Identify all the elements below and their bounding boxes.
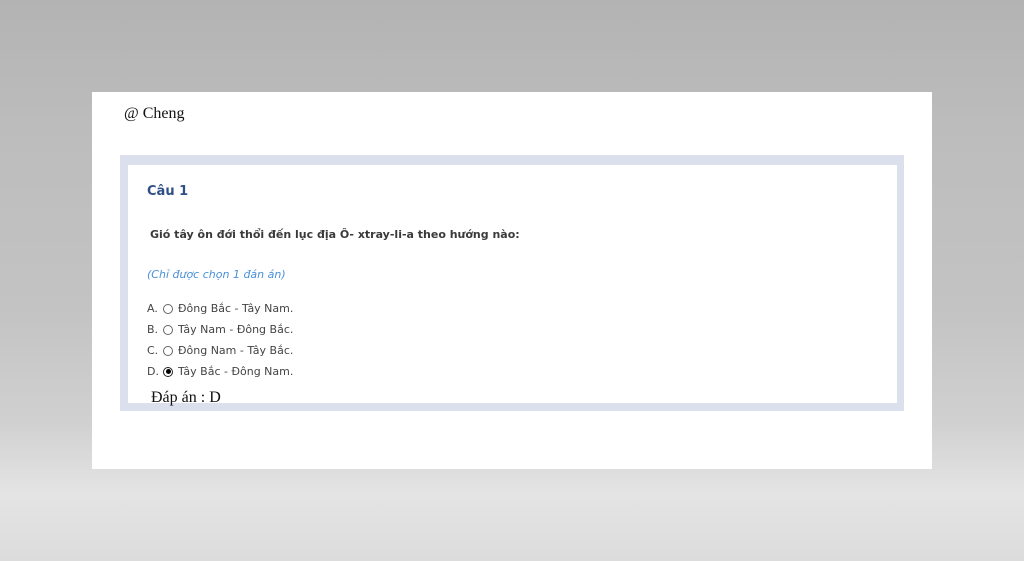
- option-label: Đông Bắc - Tây Nam.: [178, 302, 294, 315]
- option-label: Tây Bắc - Đông Nam.: [178, 365, 294, 378]
- option-letter: A.: [147, 302, 158, 315]
- question-hint: (Chỉ được chọn 1 đán án): [147, 268, 286, 281]
- option-label: Đông Nam - Tây Bắc.: [178, 344, 294, 357]
- author-credit: @ Cheng: [124, 105, 185, 122]
- option-a[interactable]: A. Đông Bắc - Tây Nam.: [147, 298, 293, 319]
- option-d[interactable]: D. Tây Bắc - Đông Nam.: [147, 361, 293, 382]
- radio-button[interactable]: [163, 345, 173, 356]
- option-label: Tây Nam - Đông Bắc.: [178, 323, 294, 336]
- option-letter: B.: [147, 323, 159, 336]
- question-card-frame: Câu 1 Gió tây ôn đới thổi đến lục địa Ô-…: [120, 155, 904, 411]
- document-page: @ Cheng Câu 1 Gió tây ôn đới thổi đến lụ…: [92, 92, 932, 469]
- option-b[interactable]: B. Tây Nam - Đông Bắc.: [147, 319, 293, 340]
- radio-button-selected[interactable]: [163, 366, 173, 377]
- radio-button[interactable]: [163, 324, 173, 335]
- answer-options: A. Đông Bắc - Tây Nam. B. Tây Nam - Đông…: [147, 298, 293, 382]
- option-c[interactable]: C. Đông Nam - Tây Bắc.: [147, 340, 293, 361]
- question-text: Gió tây ôn đới thổi đến lục địa Ô- xtray…: [150, 228, 520, 241]
- question-title: Câu 1: [147, 184, 189, 199]
- question-card: Câu 1 Gió tây ôn đới thổi đến lục địa Ô-…: [128, 165, 897, 403]
- option-letter: C.: [147, 344, 159, 357]
- answer-key: Đáp án : D: [151, 389, 221, 406]
- option-letter: D.: [147, 365, 159, 378]
- radio-button[interactable]: [163, 303, 173, 314]
